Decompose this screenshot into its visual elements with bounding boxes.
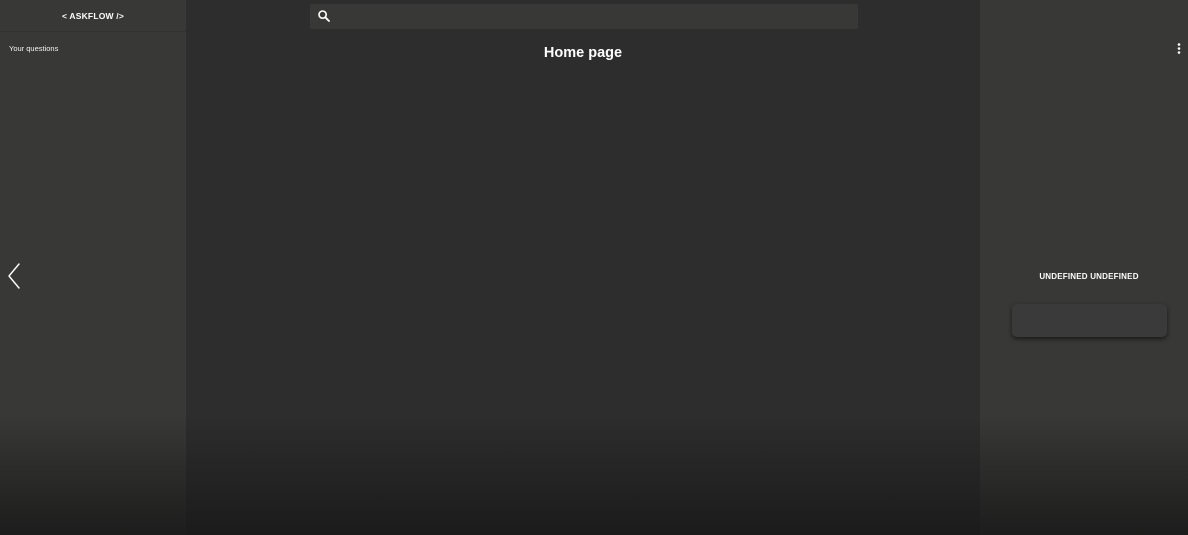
search-bar[interactable] xyxy=(310,4,858,29)
user-name: UNDEFINED UNDEFINED xyxy=(1039,272,1139,281)
brand-logo[interactable]: < ASKFLOW /> xyxy=(0,0,186,32)
main-content: Home page xyxy=(186,0,980,535)
collapse-sidebar-button[interactable] xyxy=(4,262,24,290)
search-input[interactable] xyxy=(338,4,850,29)
your-questions-label[interactable]: Your questions xyxy=(9,44,58,53)
more-options-button[interactable] xyxy=(1176,42,1182,56)
left-sidebar: < ASKFLOW /> Your questions xyxy=(0,0,186,535)
app-window: < ASKFLOW /> Your questions Home page UN… xyxy=(0,0,1188,535)
chevron-left-icon xyxy=(8,263,20,289)
user-card[interactable] xyxy=(1012,304,1167,337)
page-title: Home page xyxy=(543,45,623,61)
more-vertical-icon xyxy=(1177,43,1181,54)
right-sidebar: UNDEFINED UNDEFINED xyxy=(980,0,1188,535)
search-icon[interactable] xyxy=(317,9,331,23)
